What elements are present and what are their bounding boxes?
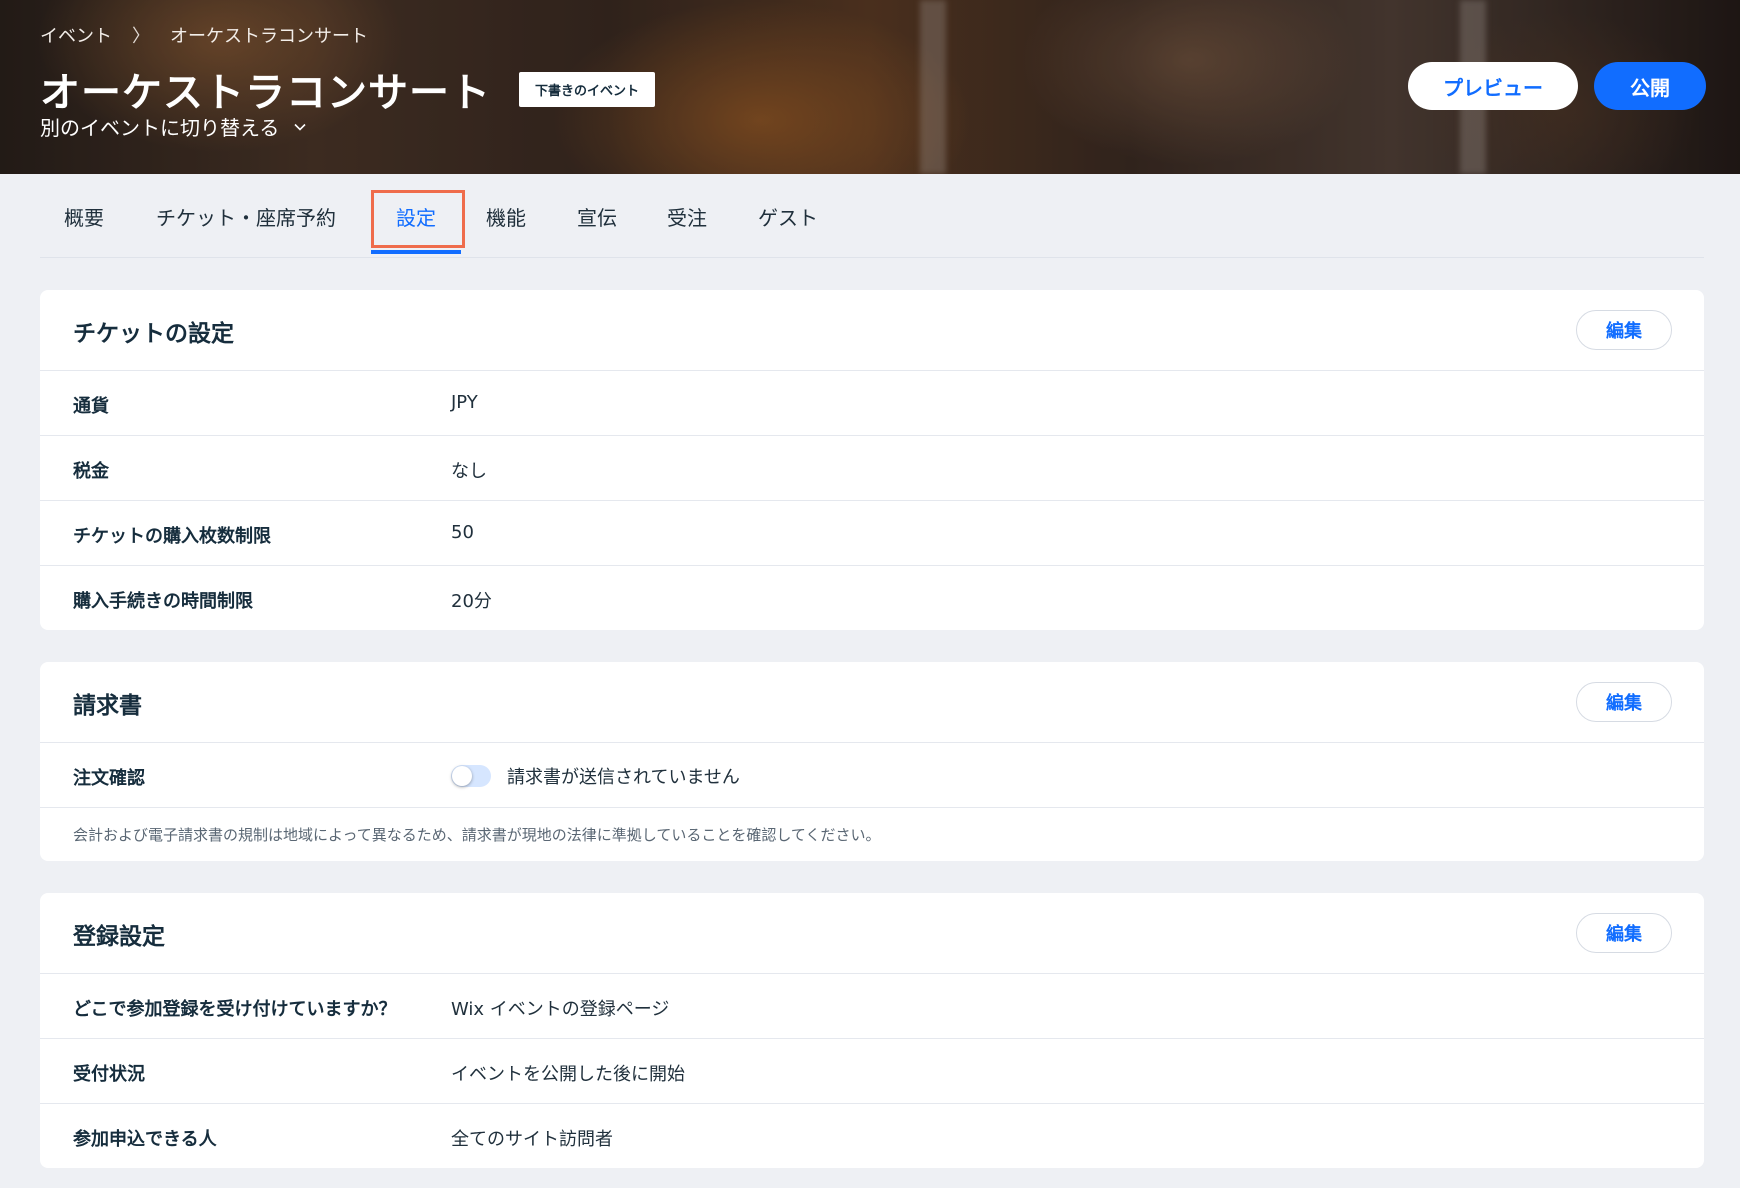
setting-row: 参加申込できる人 全てのサイト訪問者 — [40, 1104, 1704, 1168]
publish-button[interactable]: 公開 — [1594, 62, 1706, 110]
setting-row: チケットの購入枚数制限 50 — [40, 501, 1704, 566]
order-confirmation-toggle[interactable] — [451, 765, 491, 787]
card-title: 登録設定 — [73, 924, 165, 950]
setting-row: 注文確認 請求書が送信されていません — [40, 743, 1704, 808]
page-title: オーケストラコンサート — [40, 70, 491, 116]
setting-label: 税金 — [73, 461, 109, 482]
toggle-status-text: 請求書が送信されていません — [507, 767, 740, 788]
tab-promotion[interactable]: 宣伝 — [577, 202, 617, 231]
setting-row: どこで参加登録を受け付けていますか？ Wix イベントの登録ページ — [40, 974, 1704, 1039]
tab-features[interactable]: 機能 — [486, 202, 526, 231]
breadcrumb-events-link[interactable]: イベント — [40, 22, 112, 48]
invoice-note-text: 会計および電子請求書の規制は地域によって異なるため、請求書が現地の法律に準拠して… — [73, 826, 881, 844]
toggle-knob — [452, 766, 472, 786]
setting-label: チケットの購入枚数制限 — [73, 526, 271, 547]
setting-value: 全てのサイト訪問者 — [451, 1129, 613, 1150]
breadcrumb: イベント 〉 オーケストラコンサート — [40, 22, 368, 48]
chevron-down-icon — [294, 123, 306, 131]
ticket-settings-card: チケットの設定 編集 通貨 JPY 税金 なし チケットの購入枚数制限 50 購… — [40, 290, 1704, 630]
setting-value: イベントを公開した後に開始 — [451, 1064, 685, 1085]
card-title: チケットの設定 — [73, 321, 234, 347]
setting-label: 受付状況 — [73, 1064, 145, 1085]
tab-tickets-seating[interactable]: チケット・座席予約 — [156, 202, 336, 231]
tab-settings[interactable]: 設定 — [396, 202, 436, 231]
event-tabs: 概要 チケット・座席予約 設定 機能 宣伝 受注 ゲスト — [40, 174, 1704, 258]
setting-label: どこで参加登録を受け付けていますか？ — [73, 999, 397, 1020]
tab-guests[interactable]: ゲスト — [758, 202, 818, 231]
setting-row: 購入手続きの時間制限 20分 — [40, 566, 1704, 630]
tab-overview[interactable]: 概要 — [64, 202, 104, 231]
setting-row: 受付状況 イベントを公開した後に開始 — [40, 1039, 1704, 1104]
setting-row: 税金 なし — [40, 436, 1704, 501]
breadcrumb-current-event: オーケストラコンサート — [170, 26, 368, 47]
registration-settings-card: 登録設定 編集 どこで参加登録を受け付けていますか？ Wix イベントの登録ペー… — [40, 893, 1704, 1168]
setting-label: 注文確認 — [73, 768, 145, 789]
setting-value: 20分 — [451, 591, 492, 612]
active-tab-indicator — [371, 250, 461, 254]
card-title: 請求書 — [73, 693, 142, 719]
status-badge: 下書きのイベント — [519, 71, 656, 107]
setting-value: 50 — [451, 522, 474, 543]
edit-invoice-button[interactable]: 編集 — [1576, 682, 1672, 722]
invoice-card: 請求書 編集 注文確認 請求書が送信されていません 会計および電子請求書の規制は… — [40, 662, 1704, 861]
edit-ticket-settings-button[interactable]: 編集 — [1576, 310, 1672, 350]
event-hero-banner: イベント 〉 オーケストラコンサート オーケストラコンサート 下書きのイベント … — [0, 0, 1740, 174]
setting-value: Wix イベントの登録ページ — [451, 999, 670, 1020]
preview-button[interactable]: プレビュー — [1408, 62, 1578, 110]
edit-registration-button[interactable]: 編集 — [1576, 913, 1672, 953]
tab-orders[interactable]: 受注 — [667, 202, 707, 231]
setting-value: JPY — [451, 392, 478, 413]
setting-label: 通貨 — [73, 396, 109, 417]
invoice-note: 会計および電子請求書の規制は地域によって異なるため、請求書が現地の法律に準拠して… — [40, 808, 1704, 860]
setting-row: 通貨 JPY — [40, 371, 1704, 436]
switch-event-label: 別のイベントに切り替える — [40, 116, 280, 140]
setting-label: 参加申込できる人 — [73, 1129, 217, 1150]
switch-event-dropdown[interactable]: 別のイベントに切り替える — [40, 112, 307, 141]
setting-label: 購入手続きの時間制限 — [73, 591, 253, 612]
chevron-right-icon: 〉 — [132, 26, 150, 47]
setting-value: なし — [451, 461, 487, 482]
